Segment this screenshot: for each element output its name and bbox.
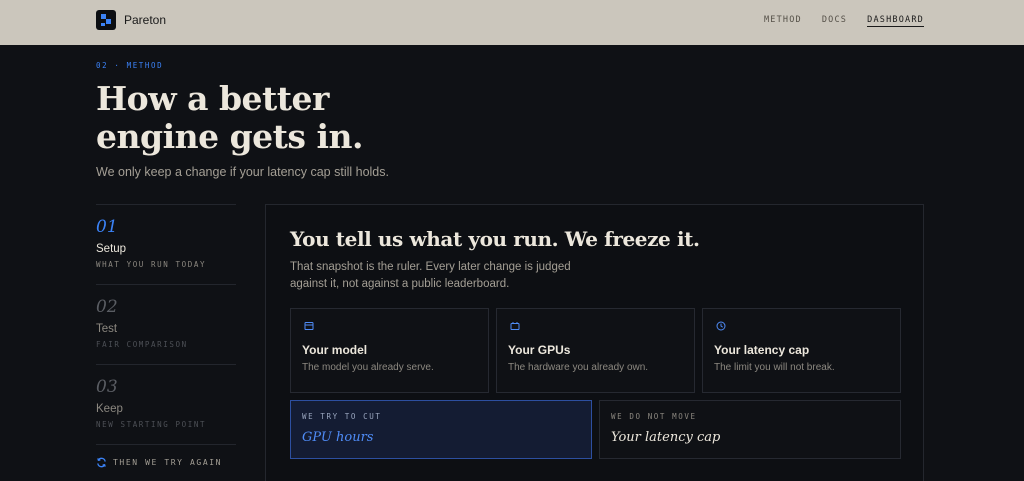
card-description: The limit you will not break. <box>714 362 835 373</box>
brand[interactable]: Pareton <box>96 10 166 30</box>
step-list: 01 Setup WHAT YOU RUN TODAY 02 Test FAIR… <box>96 204 236 445</box>
step-subtitle: NEW STARTING POINT <box>96 420 207 429</box>
step-title: Keep <box>96 403 123 415</box>
step-number: 03 <box>96 377 118 397</box>
card-description: The hardware you already own. <box>508 362 649 373</box>
step-number: 01 <box>96 217 118 237</box>
target-cut-card: WE TRY TO CUT GPU hours <box>290 400 592 459</box>
step-item-setup[interactable]: 01 Setup WHAT YOU RUN TODAY <box>96 205 236 285</box>
top-bar: Pareton METHOD DOCS DASHBOARD <box>0 0 1024 45</box>
section-eyebrow: 02 · METHOD <box>96 61 164 70</box>
step-title: Setup <box>96 243 127 255</box>
card-title: Your latency cap <box>714 343 810 357</box>
page-subtitle: We only keep a change if your latency ca… <box>96 165 389 179</box>
panel-description: That snapshot is the ruler. Every later … <box>290 261 571 290</box>
target-value: Your latency cap <box>611 430 721 445</box>
card-your-gpus: Your GPUs The hardware you already own. <box>496 308 695 393</box>
card-title: Your GPUs <box>508 343 571 357</box>
model-icon <box>304 322 314 330</box>
card-description: The model you already serve. <box>302 362 434 373</box>
target-keep-card: WE DO NOT MOVE Your latency cap <box>599 400 901 459</box>
nav-link-method[interactable]: METHOD <box>764 15 802 27</box>
setup-panel: You tell us what you run. We freeze it. … <box>265 204 924 481</box>
target-value: GPU hours <box>302 430 374 445</box>
gpu-icon <box>510 322 520 330</box>
card-your-model: Your model The model you already serve. <box>290 308 489 393</box>
nav-link-dashboard[interactable]: DASHBOARD <box>867 15 924 27</box>
nav-link-docs[interactable]: DOCS <box>822 15 847 27</box>
card-title: Your model <box>302 343 368 357</box>
step-subtitle: FAIR COMPARISON <box>96 340 188 349</box>
step-item-test[interactable]: 02 Test FAIR COMPARISON <box>96 285 236 365</box>
step-number: 02 <box>96 297 118 317</box>
clock-icon <box>716 321 726 331</box>
step-item-keep[interactable]: 03 Keep NEW STARTING POINT <box>96 365 236 445</box>
logo-icon <box>96 10 116 30</box>
target-label: WE TRY TO CUT <box>302 412 382 421</box>
main-nav: METHOD DOCS DASHBOARD <box>744 15 924 27</box>
loop-note: THEN WE TRY AGAIN <box>96 457 222 468</box>
panel-title: You tell us what you run. We freeze it. <box>290 227 700 251</box>
card-your-latency-cap: Your latency cap The limit you will not … <box>702 308 901 393</box>
refresh-icon <box>97 457 106 468</box>
loop-label: THEN WE TRY AGAIN <box>113 458 223 467</box>
page-title: How a better engine gets in. <box>96 79 363 156</box>
target-label: WE DO NOT MOVE <box>611 412 697 421</box>
step-title: Test <box>96 323 118 335</box>
brand-name: Pareton <box>124 13 167 27</box>
step-subtitle: WHAT YOU RUN TODAY <box>96 260 207 269</box>
